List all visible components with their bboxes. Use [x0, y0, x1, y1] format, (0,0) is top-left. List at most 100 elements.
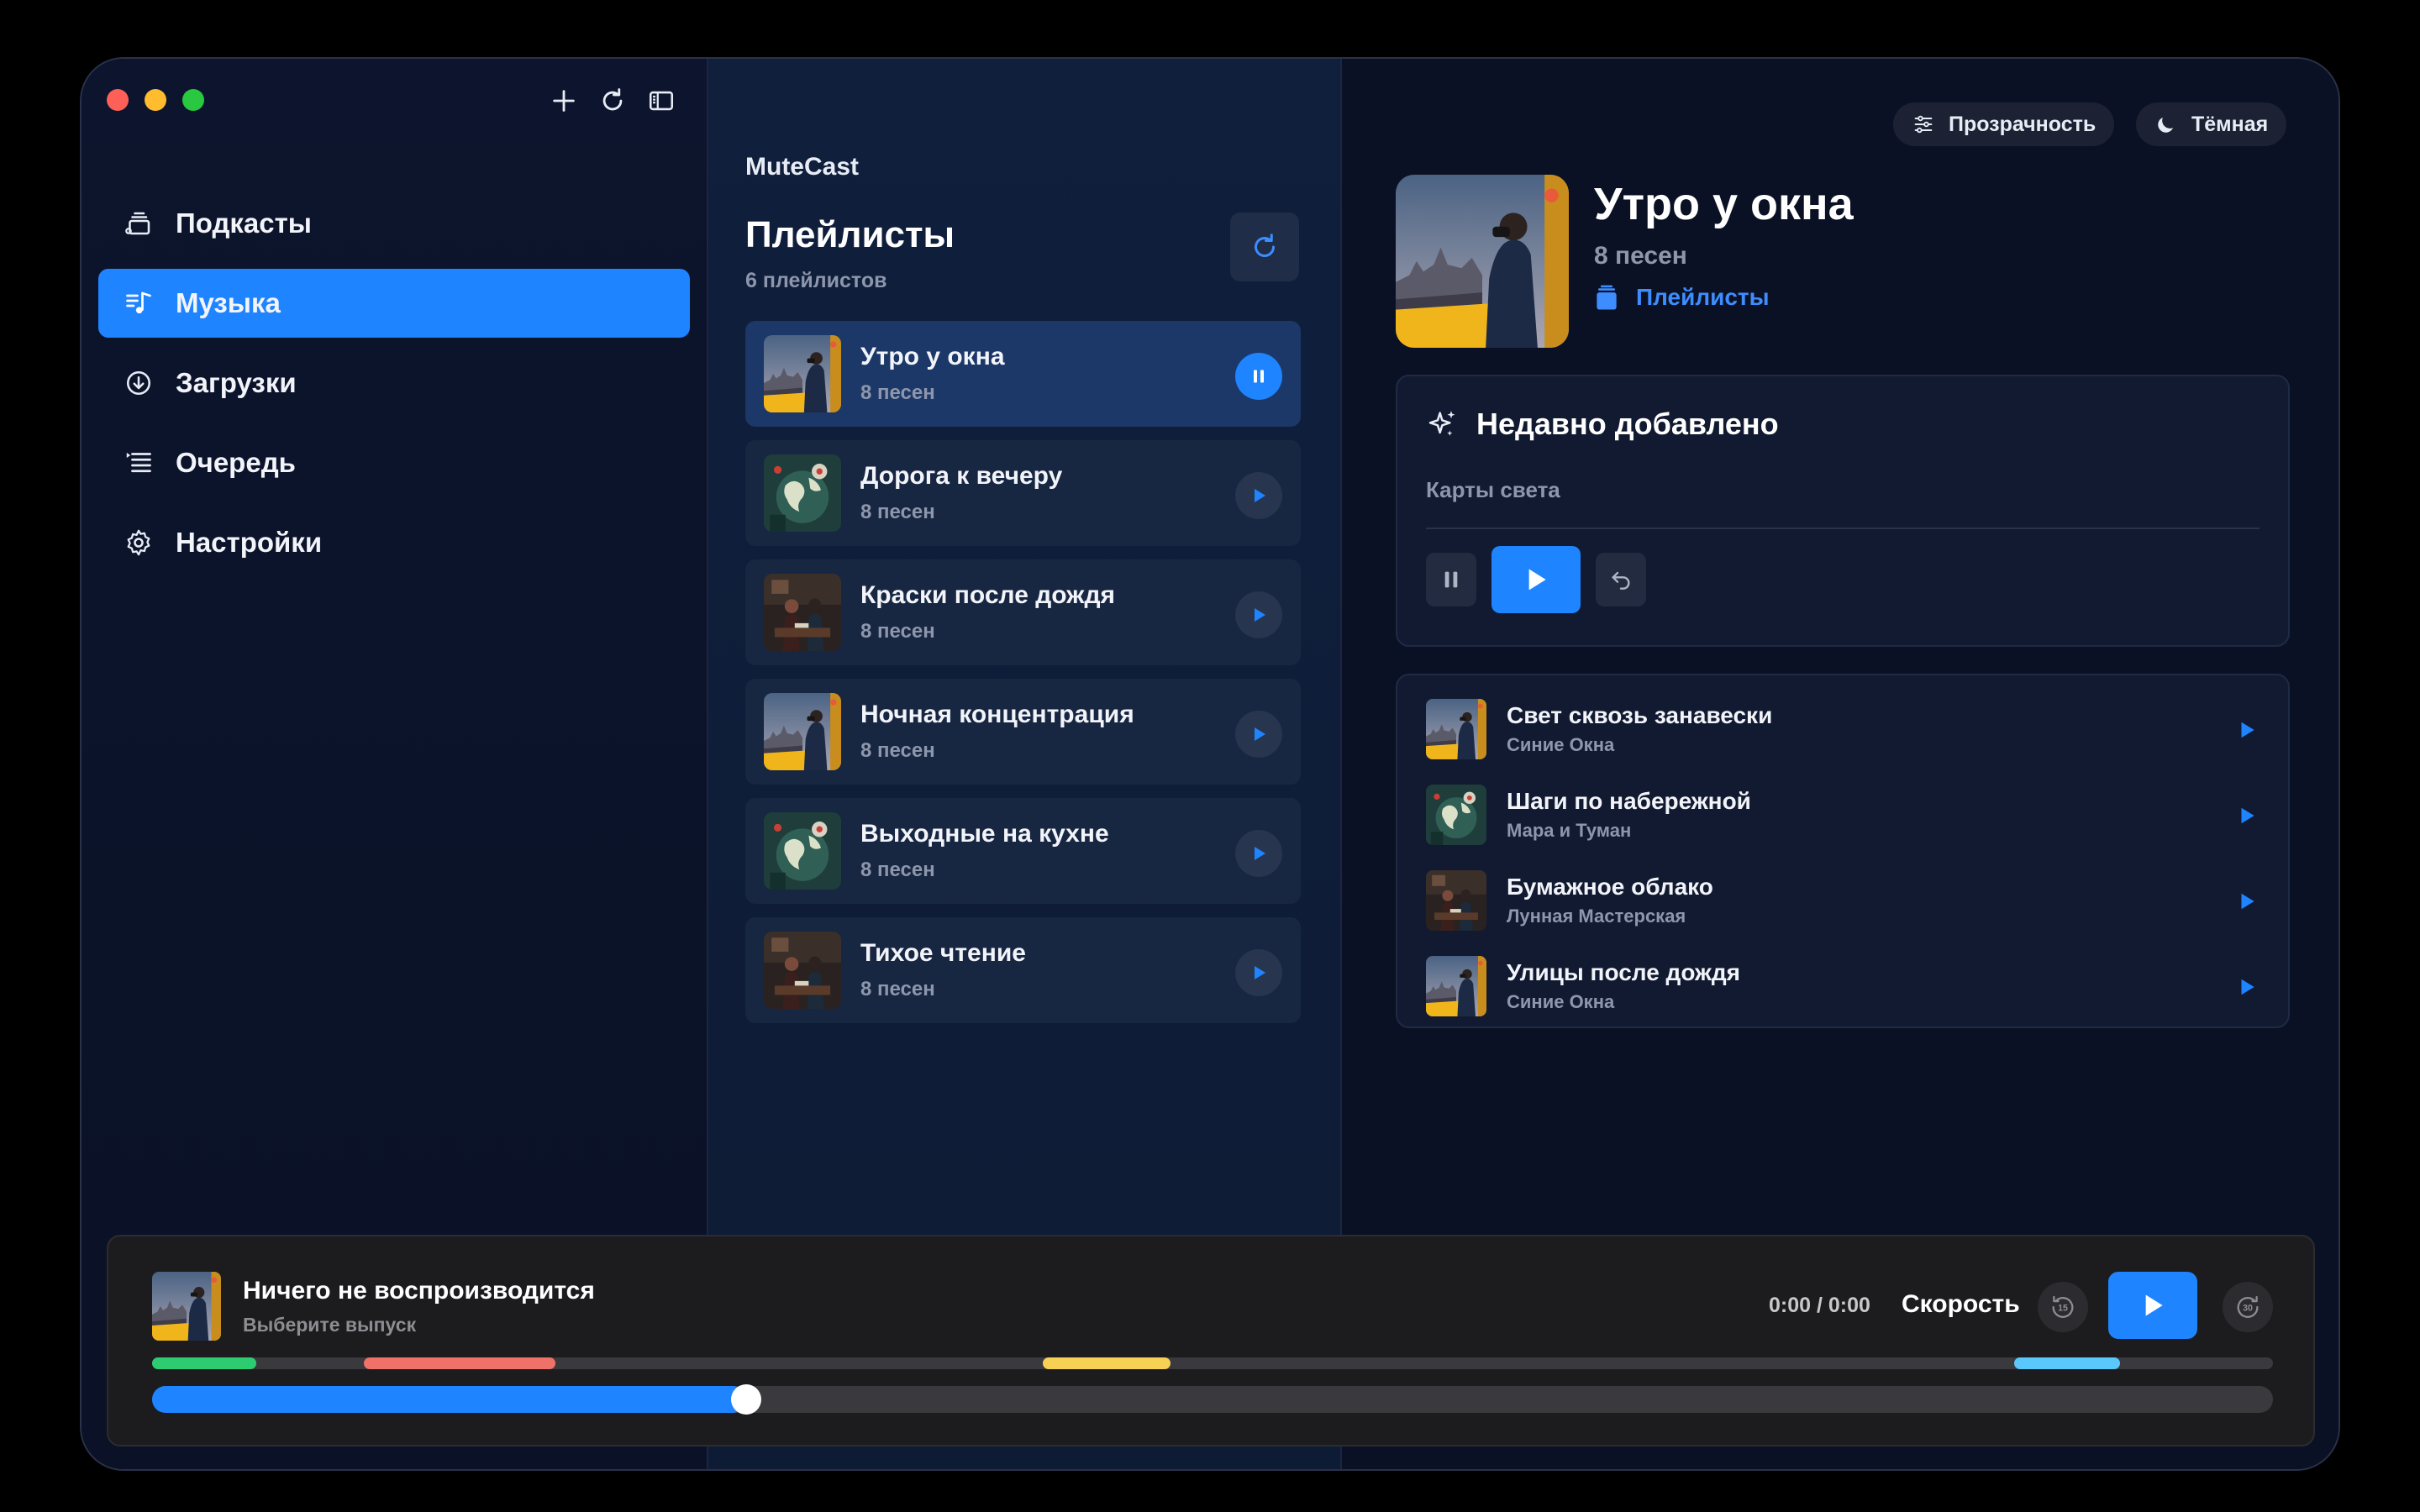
app-window: Подкасты Музыка Загрузки Очередь Настрой…	[80, 57, 2340, 1471]
sidebar-item-podcasts[interactable]: Подкасты	[98, 189, 690, 258]
zoom-window-button[interactable]	[182, 89, 204, 111]
track-play-button[interactable]	[2236, 890, 2258, 912]
refresh-icon	[1255, 234, 1275, 257]
app-name: MuteCast	[745, 153, 860, 181]
playlist-item[interactable]: Выходные на кухне 8 песен	[745, 798, 1301, 904]
skip-back-button[interactable]: 15	[2038, 1282, 2088, 1332]
chapter-segment	[152, 1357, 256, 1369]
moon-icon	[2158, 117, 2174, 133]
stack-icon	[1597, 285, 1617, 310]
playlist-item[interactable]: Утро у окна 8 песен	[745, 321, 1301, 427]
sidebar-item-settings[interactable]: Настройки	[98, 508, 690, 577]
skip-forward-button[interactable]: 30	[2223, 1282, 2273, 1332]
skip-forward-30-icon: 30	[2237, 1295, 2259, 1318]
track-play-button[interactable]	[2236, 805, 2258, 827]
window-controls	[107, 89, 204, 111]
transparency-label: Прозрачность	[1949, 112, 2096, 136]
progress-slider[interactable]	[152, 1384, 2273, 1415]
player-play-button[interactable]	[2108, 1272, 2197, 1339]
transparency-button[interactable]: Прозрачность	[1893, 102, 2115, 146]
close-window-button[interactable]	[107, 89, 129, 111]
play-button[interactable]	[1235, 711, 1282, 758]
play-button[interactable]	[1235, 591, 1282, 638]
track-cover	[1426, 785, 1486, 845]
playlist-item[interactable]: Дорога к вечеру 8 песен	[745, 440, 1301, 546]
undo-icon	[1612, 571, 1630, 590]
playlists-link-label: Плейлисты	[1636, 284, 1770, 310]
progress-fill	[152, 1386, 746, 1413]
podcasts-icon	[122, 207, 155, 240]
add-button[interactable]	[547, 84, 581, 118]
track-cover	[1426, 870, 1486, 931]
queue-icon	[122, 446, 155, 480]
download-icon	[122, 366, 155, 400]
now-playing-artwork	[152, 1272, 221, 1341]
playlist-song-count: 8 песен	[860, 858, 935, 881]
recently-added-card: Недавно добавлено Карты света	[1396, 375, 2290, 647]
playlist-text: Краски после дождя 8 песен	[860, 581, 1115, 643]
play-button[interactable]	[1235, 830, 1282, 877]
toggle-sidebar-button[interactable]	[644, 84, 678, 118]
sidebar-item-downloads[interactable]: Загрузки	[98, 349, 690, 417]
chapter-segment	[1043, 1357, 1171, 1369]
play-icon	[2145, 1294, 2163, 1316]
playlist-song-count: 8 песен	[1594, 242, 1687, 270]
restart-button[interactable]	[1596, 553, 1646, 606]
progress-knob[interactable]	[730, 1384, 761, 1415]
plus-icon	[553, 90, 575, 112]
play-icon	[2241, 893, 2254, 910]
playlist-count: 6 плейлистов	[745, 269, 887, 292]
playlists-link[interactable]: Плейлисты	[1594, 284, 1770, 311]
track-play-button[interactable]	[2236, 719, 2258, 741]
playlist-song-count: 8 песен	[860, 381, 935, 404]
speed-button[interactable]: Скорость	[1902, 1290, 2020, 1319]
pause-button[interactable]	[1235, 353, 1282, 400]
playlist-song-count: 8 песен	[860, 620, 935, 643]
playlist-name: Выходные на кухне	[860, 820, 1109, 848]
sidebar-item-queue[interactable]: Очередь	[98, 428, 690, 497]
playlist-text: Тихое чтение 8 песен	[860, 939, 1026, 1001]
track-text: Улицы после дождя Синие Окна	[1507, 959, 1740, 1013]
playlist-cover	[764, 812, 841, 890]
playlist-item[interactable]: Тихое чтение 8 песен	[745, 917, 1301, 1023]
now-playing-title: Ничего не воспроизводится	[243, 1277, 595, 1305]
divider	[1426, 528, 2260, 529]
play-icon	[1255, 966, 1265, 979]
play-icon	[2241, 722, 2254, 738]
playlist-text: Дорога к вечеру 8 песен	[860, 462, 1062, 524]
sidebar-toggle-icon	[649, 91, 674, 111]
music-icon	[122, 286, 155, 320]
play-button[interactable]	[1491, 546, 1581, 613]
track-row[interactable]: Бумажное облако Лунная Мастерская	[1426, 869, 2265, 932]
sidebar-item-music[interactable]: Музыка	[98, 269, 690, 338]
refresh-button[interactable]	[596, 84, 629, 118]
playlist-item[interactable]: Ночная концентрация 8 песен	[745, 679, 1301, 785]
minimize-window-button[interactable]	[145, 89, 166, 111]
playlist-name: Утро у окна	[860, 343, 1005, 370]
play-icon	[1528, 569, 1546, 591]
track-row[interactable]: Свет сквозь занавески Синие Окна	[1426, 697, 2265, 761]
chapter-markers	[152, 1357, 2273, 1369]
sliders-icon	[1914, 115, 1933, 134]
playlist-item[interactable]: Краски после дождя 8 песен	[745, 559, 1301, 665]
svg-text:15: 15	[2058, 1304, 2068, 1314]
pause-button[interactable]	[1426, 553, 1476, 606]
play-icon	[1255, 489, 1265, 502]
playlist-list: Утро у окна 8 песен Дорога к вечеру 8 песе…	[745, 321, 1301, 1037]
play-button[interactable]	[1235, 472, 1282, 519]
track-artist: Синие Окна	[1507, 991, 1615, 1012]
track-play-button[interactable]	[2236, 976, 2258, 998]
play-icon	[1255, 727, 1265, 741]
play-button[interactable]	[1235, 949, 1282, 996]
sidebar-item-label: Музыка	[176, 287, 281, 318]
track-row[interactable]: Улицы после дождя Синие Окна	[1426, 954, 2265, 1018]
playlist-cover	[764, 932, 841, 1009]
sidebar-item-label: Очередь	[176, 447, 296, 478]
track-row[interactable]: Шаги по набережной Мара и Туман	[1426, 783, 2265, 847]
refresh-playlists-button[interactable]	[1230, 213, 1299, 281]
playlist-title: Утро у окна	[1594, 179, 1854, 229]
settings-icon	[122, 526, 155, 559]
theme-button[interactable]: Тёмная	[2136, 102, 2287, 146]
track-text: Бумажное облако Лунная Мастерская	[1507, 874, 1713, 927]
play-icon	[2241, 807, 2254, 824]
